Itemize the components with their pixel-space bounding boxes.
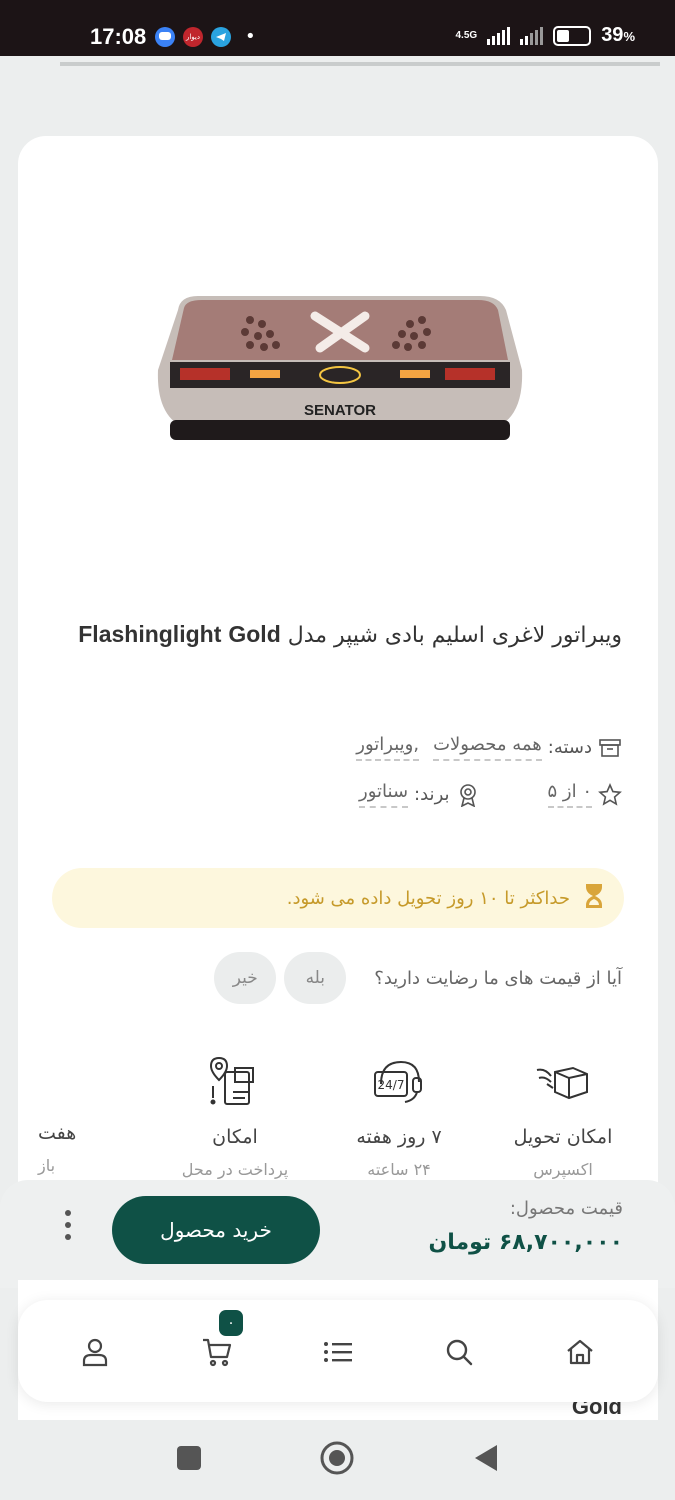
status-dot: • [245,26,256,47]
feature-pay-title: امکان [212,1126,258,1148]
category-row: دسته: همه محصولات ,ویبراتور [356,734,622,761]
features-carousel[interactable]: امکان تحویل اکسپرس 24/7 ۷ روز هفته ۲۴ سا… [18,1054,658,1179]
menu-list-icon[interactable] [318,1332,358,1372]
signal-icon [487,26,511,45]
brand-link[interactable]: سناتور [359,781,409,808]
search-icon[interactable] [439,1332,479,1372]
rating-brand-row: ۰ از ۵ برند: سناتور [54,781,622,808]
product-image[interactable]: SENATOR [150,290,530,450]
product-brand-text: SENATOR [304,402,376,419]
support-24-7-icon: 24/7 [374,1060,422,1103]
cart-icon[interactable]: ۰ [197,1310,243,1372]
delivery-notice: حداکثر تا ۱۰ روز تحویل داده می شود. [52,868,624,928]
user-icon[interactable] [75,1332,115,1372]
battery-percent: 39% [601,24,635,46]
feature-support: 24/7 ۷ روز هفته ۲۴ ساعته [324,1054,474,1179]
product-model-suffix: Gold [228,621,281,647]
more-options-icon[interactable] [58,1210,78,1240]
product-card: SENATOR ویبراتور لاغری اسلیم بادی شیپر م… [18,136,658,1236]
battery-icon [553,25,592,46]
express-delivery-icon [536,1066,588,1100]
scrolled-header-remnant [60,56,660,66]
bottom-navigation: ۰ [18,1300,658,1402]
award-icon [456,783,480,807]
back-icon[interactable] [467,1440,503,1476]
brand-label: برند: [414,784,450,805]
feedback-no-button[interactable]: خیر [214,952,277,1004]
product-title: ویبراتور لاغری اسلیم بادی شیپر مدل Flash… [78,621,622,648]
category-label: دسته: [547,737,592,758]
feedback-question: آیا از قیمت های ما رضایت دارید؟ [374,967,622,989]
buy-product-button[interactable]: خرید محصول [112,1196,320,1264]
feature-support-subtitle: ۲۴ ساعته [367,1160,431,1179]
signal-2-icon [520,26,544,45]
star-icon [598,782,622,807]
price-feedback: آیا از قیمت های ما رضایت دارید؟ بله خیر [214,952,622,1004]
purchase-bar: قیمت محصول: ۶۸,۷۰۰,۰۰۰ تومان خرید محصول [0,1180,675,1288]
feature-partial: هفت باز [38,1054,128,1175]
messages-icon [155,27,175,47]
pay-on-location-icon [209,1056,254,1105]
status-bar: 17:08 دیوار • 4.5G 39% [0,0,675,56]
home-icon[interactable] [560,1332,600,1372]
archive-icon [598,736,622,760]
telegram-icon [211,27,231,47]
svg-text:24/7: 24/7 [378,1078,405,1092]
feature-pay-subtitle: پرداخت در محل [181,1160,289,1179]
home-circle-icon[interactable] [319,1440,355,1476]
feature-pay-on-location: امکان پرداخت در محل [160,1054,310,1179]
product-model: Flashinglight [78,621,222,647]
category-link-vibrator[interactable]: ,ویبراتور [356,734,420,761]
hourglass-icon [584,883,604,914]
feature-express-title: امکان تحویل [513,1126,613,1148]
feature-partial-title: هفت [38,1122,77,1144]
feature-support-title: ۷ روز هفته [356,1126,442,1148]
status-right: 4.5G 39% [456,24,636,47]
rating-value[interactable]: ۰ از ۵ [547,781,592,808]
status-time: 17:08 [90,24,147,49]
system-navigation [0,1420,675,1500]
divar-icon: دیوار [183,27,203,47]
network-type: 4.5G [455,29,478,41]
status-app-icons: دیوار • [155,27,256,47]
feature-express-subtitle: اکسپرس [533,1160,593,1179]
cart-count-badge: ۰ [219,1310,243,1336]
delivery-text: حداکثر تا ۱۰ روز تحویل داده می شود. [286,887,570,909]
feature-express: امکان تحویل اکسپرس [488,1054,638,1179]
recents-icon[interactable] [171,1440,207,1476]
price-label: قیمت محصول: [509,1198,623,1219]
feedback-yes-button[interactable]: بله [284,952,347,1004]
feature-partial-subtitle: باز [38,1156,56,1175]
category-link-all[interactable]: همه محصولات [433,734,542,761]
price-value: ۶۸,۷۰۰,۰۰۰ تومان [428,1230,623,1255]
